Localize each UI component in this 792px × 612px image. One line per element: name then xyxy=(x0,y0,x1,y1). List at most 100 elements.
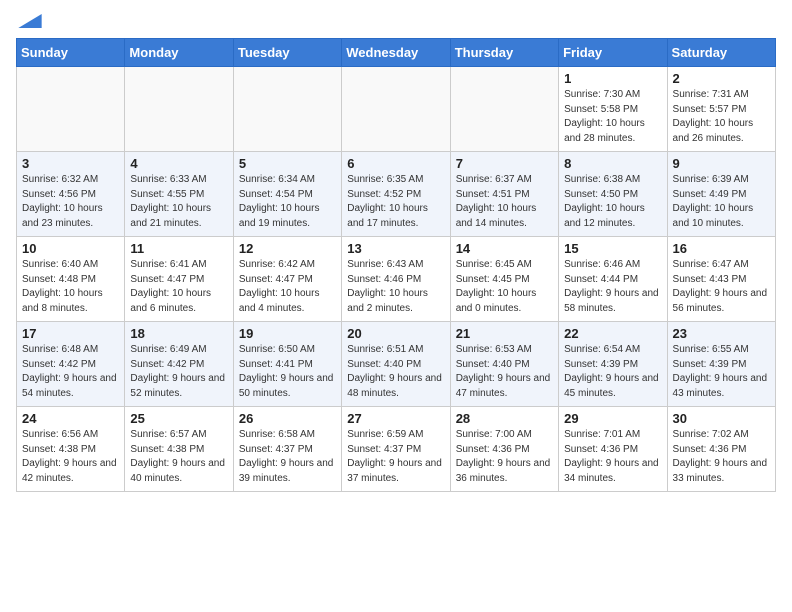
logo xyxy=(16,16,42,28)
calendar-cell: 22 Sunrise: 6:54 AMSunset: 4:39 PMDayligh… xyxy=(559,322,667,407)
calendar-cell: 16 Sunrise: 6:47 AMSunset: 4:43 PMDayligh… xyxy=(667,237,775,322)
calendar-cell: 10Sunrise: 6:40 AMSunset: 4:48 PMDayligh… xyxy=(17,237,125,322)
calendar-cell: 6 Sunrise: 6:35 AMSunset: 4:52 PMDaylight… xyxy=(342,152,450,237)
calendar-week-2: 3 Sunrise: 6:32 AMSunset: 4:56 PMDaylight… xyxy=(17,152,776,237)
day-number: 15 xyxy=(564,241,661,256)
calendar-week-5: 24 Sunrise: 6:56 AMSunset: 4:38 PMDayligh… xyxy=(17,407,776,492)
day-header-friday: Friday xyxy=(559,39,667,67)
day-info: Sunrise: 6:42 AMSunset: 4:47 PMDaylight:… xyxy=(239,258,336,316)
day-number: 6 xyxy=(347,156,444,171)
day-info: Sunrise: 6:38 AMSunset: 4:50 PMDaylight:… xyxy=(564,173,661,231)
day-number: 30 xyxy=(673,411,770,426)
day-header-thursday: Thursday xyxy=(450,39,558,67)
day-number: 21 xyxy=(456,326,553,341)
calendar-cell: 18Sunrise: 6:49 AMSunset: 4:42 PMDayligh… xyxy=(125,322,233,407)
day-info: Sunrise: 6:34 AMSunset: 4:54 PMDaylight:… xyxy=(239,173,336,231)
calendar-cell: 20 Sunrise: 6:51 AMSunset: 4:40 PMDayligh… xyxy=(342,322,450,407)
day-info: Sunrise: 6:40 AMSunset: 4:48 PMDaylight:… xyxy=(22,258,119,316)
calendar-cell: 5 Sunrise: 6:34 AMSunset: 4:54 PMDaylight… xyxy=(233,152,341,237)
header xyxy=(16,16,776,28)
day-info: Sunrise: 6:50 AMSunset: 4:41 PMDaylight:… xyxy=(239,343,336,401)
day-info: Sunrise: 6:35 AMSunset: 4:52 PMDaylight:… xyxy=(347,173,444,231)
day-info: Sunrise: 6:46 AMSunset: 4:44 PMDaylight:… xyxy=(564,258,661,316)
day-number: 13 xyxy=(347,241,444,256)
calendar-cell: 17 Sunrise: 6:48 AMSunset: 4:42 PMDayligh… xyxy=(17,322,125,407)
day-info: Sunrise: 6:58 AMSunset: 4:37 PMDaylight:… xyxy=(239,428,336,486)
calendar-cell: 21 Sunrise: 6:53 AMSunset: 4:40 PMDayligh… xyxy=(450,322,558,407)
calendar-cell: 13 Sunrise: 6:43 AMSunset: 4:46 PMDayligh… xyxy=(342,237,450,322)
day-info: Sunrise: 7:01 AMSunset: 4:36 PMDaylight:… xyxy=(564,428,661,486)
day-number: 25 xyxy=(130,411,227,426)
calendar-cell: 1Sunrise: 7:30 AMSunset: 5:58 PMDaylight… xyxy=(559,67,667,152)
day-info: Sunrise: 6:55 AMSunset: 4:39 PMDaylight:… xyxy=(673,343,770,401)
day-header-saturday: Saturday xyxy=(667,39,775,67)
day-number: 26 xyxy=(239,411,336,426)
day-number: 8 xyxy=(564,156,661,171)
day-info: Sunrise: 7:00 AMSunset: 4:36 PMDaylight:… xyxy=(456,428,553,486)
day-info: Sunrise: 6:59 AMSunset: 4:37 PMDaylight:… xyxy=(347,428,444,486)
calendar-cell: 12 Sunrise: 6:42 AMSunset: 4:47 PMDayligh… xyxy=(233,237,341,322)
day-header-wednesday: Wednesday xyxy=(342,39,450,67)
day-info: Sunrise: 6:49 AMSunset: 4:42 PMDaylight:… xyxy=(130,343,227,401)
day-header-tuesday: Tuesday xyxy=(233,39,341,67)
day-number: 23 xyxy=(673,326,770,341)
calendar-cell: 30 Sunrise: 7:02 AMSunset: 4:36 PMDayligh… xyxy=(667,407,775,492)
day-info: Sunrise: 6:39 AMSunset: 4:49 PMDaylight:… xyxy=(673,173,770,231)
day-number: 11 xyxy=(130,241,227,256)
calendar-week-1: 1Sunrise: 7:30 AMSunset: 5:58 PMDaylight… xyxy=(17,67,776,152)
day-info: Sunrise: 6:37 AMSunset: 4:51 PMDaylight:… xyxy=(456,173,553,231)
day-number: 9 xyxy=(673,156,770,171)
calendar-cell xyxy=(450,67,558,152)
day-info: Sunrise: 6:53 AMSunset: 4:40 PMDaylight:… xyxy=(456,343,553,401)
day-info: Sunrise: 6:57 AMSunset: 4:38 PMDaylight:… xyxy=(130,428,227,486)
day-number: 7 xyxy=(456,156,553,171)
calendar-cell: 7 Sunrise: 6:37 AMSunset: 4:51 PMDaylight… xyxy=(450,152,558,237)
day-number: 17 xyxy=(22,326,119,341)
calendar-cell: 9 Sunrise: 6:39 AMSunset: 4:49 PMDaylight… xyxy=(667,152,775,237)
day-info: Sunrise: 6:41 AMSunset: 4:47 PMDaylight:… xyxy=(130,258,227,316)
calendar-cell xyxy=(342,67,450,152)
day-info: Sunrise: 6:43 AMSunset: 4:46 PMDaylight:… xyxy=(347,258,444,316)
day-info: Sunrise: 6:32 AMSunset: 4:56 PMDaylight:… xyxy=(22,173,119,231)
day-number: 22 xyxy=(564,326,661,341)
day-info: Sunrise: 6:56 AMSunset: 4:38 PMDaylight:… xyxy=(22,428,119,486)
day-number: 20 xyxy=(347,326,444,341)
day-header-monday: Monday xyxy=(125,39,233,67)
calendar-cell: 19 Sunrise: 6:50 AMSunset: 4:41 PMDayligh… xyxy=(233,322,341,407)
calendar-table: SundayMondayTuesdayWednesdayThursdayFrid… xyxy=(16,38,776,492)
calendar-cell: 25 Sunrise: 6:57 AMSunset: 4:38 PMDayligh… xyxy=(125,407,233,492)
day-info: Sunrise: 6:54 AMSunset: 4:39 PMDaylight:… xyxy=(564,343,661,401)
day-number: 29 xyxy=(564,411,661,426)
calendar-cell: 23 Sunrise: 6:55 AMSunset: 4:39 PMDayligh… xyxy=(667,322,775,407)
day-number: 2 xyxy=(673,71,770,86)
day-number: 16 xyxy=(673,241,770,256)
day-number: 4 xyxy=(130,156,227,171)
day-number: 19 xyxy=(239,326,336,341)
calendar-cell: 3 Sunrise: 6:32 AMSunset: 4:56 PMDaylight… xyxy=(17,152,125,237)
day-number: 24 xyxy=(22,411,119,426)
calendar-cell: 2Sunrise: 7:31 AMSunset: 5:57 PMDaylight… xyxy=(667,67,775,152)
day-info: Sunrise: 6:33 AMSunset: 4:55 PMDaylight:… xyxy=(130,173,227,231)
calendar-week-3: 10Sunrise: 6:40 AMSunset: 4:48 PMDayligh… xyxy=(17,237,776,322)
day-number: 12 xyxy=(239,241,336,256)
day-number: 5 xyxy=(239,156,336,171)
day-number: 3 xyxy=(22,156,119,171)
calendar-cell: 8 Sunrise: 6:38 AMSunset: 4:50 PMDaylight… xyxy=(559,152,667,237)
day-info: Sunrise: 6:47 AMSunset: 4:43 PMDaylight:… xyxy=(673,258,770,316)
day-info: Sunrise: 6:48 AMSunset: 4:42 PMDaylight:… xyxy=(22,343,119,401)
header-row: SundayMondayTuesdayWednesdayThursdayFrid… xyxy=(17,39,776,67)
calendar-week-4: 17 Sunrise: 6:48 AMSunset: 4:42 PMDayligh… xyxy=(17,322,776,407)
calendar-cell: 29 Sunrise: 7:01 AMSunset: 4:36 PMDayligh… xyxy=(559,407,667,492)
day-number: 14 xyxy=(456,241,553,256)
calendar-cell: 27Sunrise: 6:59 AMSunset: 4:37 PMDayligh… xyxy=(342,407,450,492)
logo-icon xyxy=(18,14,42,28)
day-info: Sunrise: 7:02 AMSunset: 4:36 PMDaylight:… xyxy=(673,428,770,486)
day-header-sunday: Sunday xyxy=(17,39,125,67)
calendar-cell: 4 Sunrise: 6:33 AMSunset: 4:55 PMDaylight… xyxy=(125,152,233,237)
day-info: Sunrise: 6:51 AMSunset: 4:40 PMDaylight:… xyxy=(347,343,444,401)
calendar-cell: 26 Sunrise: 6:58 AMSunset: 4:37 PMDayligh… xyxy=(233,407,341,492)
calendar-cell xyxy=(125,67,233,152)
calendar-cell: 28Sunrise: 7:00 AMSunset: 4:36 PMDayligh… xyxy=(450,407,558,492)
calendar-cell: 24 Sunrise: 6:56 AMSunset: 4:38 PMDayligh… xyxy=(17,407,125,492)
day-number: 1 xyxy=(564,71,661,86)
